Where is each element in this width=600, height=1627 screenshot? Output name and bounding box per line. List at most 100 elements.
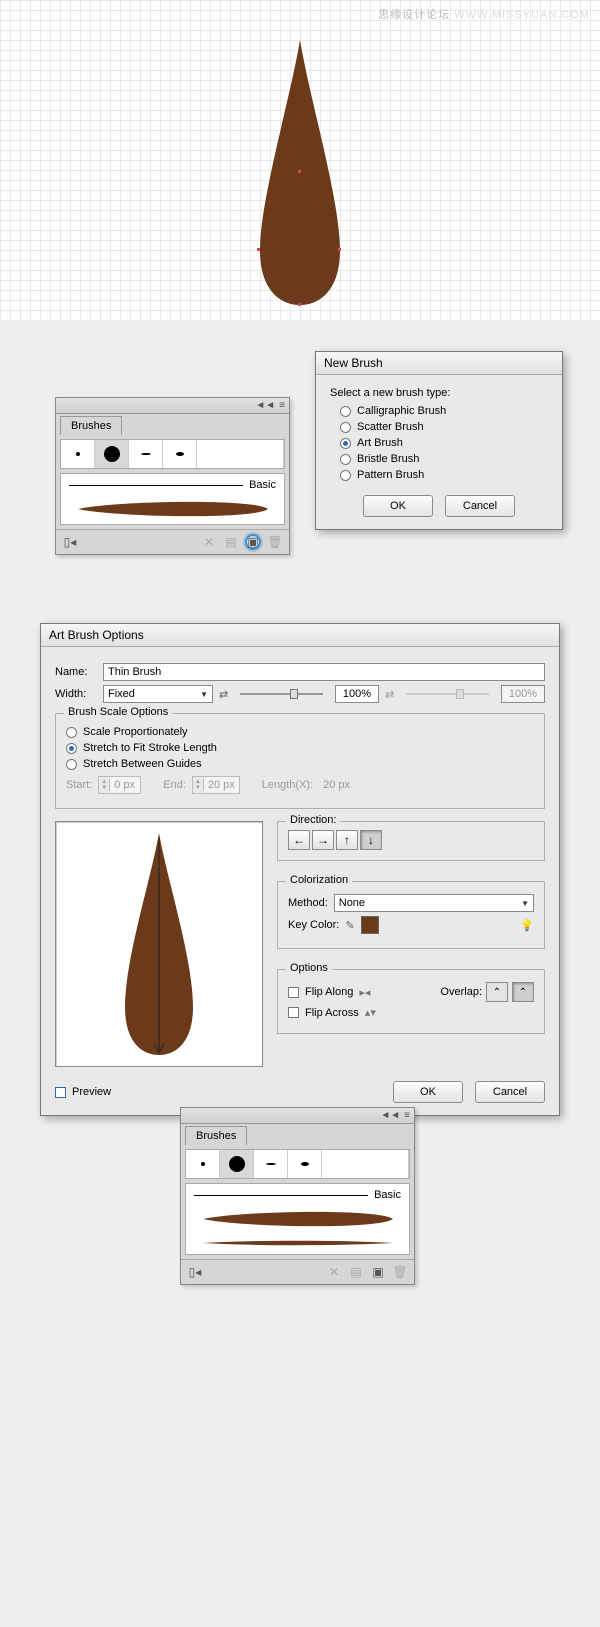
radio-stretch-fit[interactable]: Stretch to Fit Stroke Length xyxy=(66,742,534,754)
eyedropper-icon[interactable]: ✎ xyxy=(345,919,354,932)
collapse-icon[interactable]: ◄◄ xyxy=(255,400,275,411)
flip-along-icon: ▸◂ xyxy=(359,986,370,999)
flip-width-icon[interactable]: ⇄ xyxy=(219,688,228,701)
group-title: Brush Scale Options xyxy=(64,706,172,718)
preview-label: Preview xyxy=(72,1086,111,1098)
brush-artbrush-1[interactable] xyxy=(190,1207,405,1231)
watermark-en: WWW.MISSYUAN.COM xyxy=(454,9,590,21)
group-title: Options xyxy=(286,962,332,974)
direction-left-button[interactable]: ← xyxy=(288,830,310,850)
brush-swatch-2[interactable] xyxy=(95,440,129,468)
preview-checkbox[interactable] xyxy=(55,1087,66,1098)
key-color-swatch[interactable] xyxy=(361,916,379,934)
new-brush-icon[interactable]: ▣ xyxy=(370,1264,386,1280)
brush-basic-row[interactable]: Basic xyxy=(65,477,280,493)
brush-swatch-3[interactable] xyxy=(129,440,163,468)
trash-icon[interactable]: 🗑 xyxy=(267,534,283,550)
brush-list: Basic xyxy=(185,1183,410,1255)
method-label: Method: xyxy=(288,897,328,909)
artboard-canvas[interactable]: 思缘设计论坛 WWW.MISSYUAN.COM xyxy=(0,0,600,320)
brush-thin-brush[interactable] xyxy=(190,1235,405,1251)
radio-art[interactable]: Art Brush xyxy=(340,437,548,449)
brushes-tab[interactable]: Brushes xyxy=(60,416,122,435)
direction-right-button[interactable]: → xyxy=(312,830,334,850)
brush-swatch-2[interactable] xyxy=(220,1150,254,1178)
width-pct-1[interactable]: 100% xyxy=(335,685,379,703)
brush-basic-row[interactable]: Basic xyxy=(190,1187,405,1203)
ok-button[interactable]: OK xyxy=(393,1081,463,1103)
brush-artbrush-row[interactable] xyxy=(65,497,280,521)
brushes-panel: ◄◄ ≡ Brushes Basic ▯◂ ✕ ▤ ▣ 🗑 xyxy=(55,397,290,555)
brush-basic-label: Basic xyxy=(374,1189,401,1201)
remove-stroke-icon[interactable]: ✕ xyxy=(326,1264,342,1280)
menu-icon[interactable]: ≡ xyxy=(404,1110,410,1121)
width-pct-2: 100% xyxy=(501,685,545,703)
overlap-cut-button[interactable]: ⌃ xyxy=(512,982,534,1002)
radio-scale-proportionately[interactable]: Scale Proportionately xyxy=(66,726,534,738)
watermark: 思缘设计论坛 WWW.MISSYUAN.COM xyxy=(378,6,590,22)
selected-path-leaf[interactable] xyxy=(240,40,360,310)
name-label: Name: xyxy=(55,666,97,678)
width-slider-2 xyxy=(406,693,489,695)
radio-scatter[interactable]: Scatter Brush xyxy=(340,421,548,433)
flip-across-label: Flip Across xyxy=(305,1007,359,1019)
collapse-icon[interactable]: ◄◄ xyxy=(380,1110,400,1121)
watermark-cn: 思缘设计论坛 xyxy=(378,9,450,21)
brushes-panel-result: ◄◄ ≡ Brushes Basic ▯◂ ✕ ▤ ▣ 🗑 xyxy=(180,1107,415,1285)
overlap-label: Overlap: xyxy=(440,986,482,998)
width-mode-select[interactable]: Fixed▼ xyxy=(103,685,213,703)
brush-swatch-empty[interactable] xyxy=(322,1150,409,1178)
flip-along-label: Flip Along xyxy=(305,986,353,998)
direction-down-button[interactable]: ↓ xyxy=(360,830,382,850)
brush-list: Basic xyxy=(60,473,285,525)
library-icon[interactable]: ▯◂ xyxy=(62,534,78,550)
key-color-label: Key Color: xyxy=(288,919,339,931)
dialog-title: Art Brush Options xyxy=(41,624,559,647)
end-spinner: ▲▼20 px xyxy=(192,776,240,794)
anchor-right[interactable] xyxy=(338,248,341,251)
start-label: Start: xyxy=(66,779,92,791)
brush-preview xyxy=(55,821,263,1067)
brush-swatch-4[interactable] xyxy=(163,440,197,468)
menu-icon[interactable]: ≡ xyxy=(279,400,285,411)
anchor-center[interactable] xyxy=(298,170,301,173)
tips-icon[interactable]: 💡 xyxy=(520,919,534,932)
brush-swatch-1[interactable] xyxy=(186,1150,220,1178)
panel-footer: ▯◂ ✕ ▤ ▣ 🗑 xyxy=(181,1259,414,1284)
brush-swatch-4[interactable] xyxy=(288,1150,322,1178)
cancel-button[interactable]: Cancel xyxy=(445,495,515,517)
brush-swatches-row xyxy=(185,1149,410,1179)
library-icon[interactable]: ▯◂ xyxy=(187,1264,203,1280)
options-of-selected-icon[interactable]: ▤ xyxy=(348,1264,364,1280)
radio-bristle[interactable]: Bristle Brush xyxy=(340,453,548,465)
ok-button[interactable]: OK xyxy=(363,495,433,517)
new-brush-icon[interactable]: ▣ xyxy=(245,534,261,550)
width-slider-1[interactable] xyxy=(240,693,323,695)
cancel-button[interactable]: Cancel xyxy=(475,1081,545,1103)
options-of-selected-icon[interactable]: ▤ xyxy=(223,534,239,550)
panel-tabbar: ◄◄ ≡ xyxy=(181,1108,414,1124)
method-select[interactable]: None▼ xyxy=(334,894,534,912)
art-brush-options-dialog: Art Brush Options Name: Width: Fixed▼ ⇄ … xyxy=(40,623,560,1116)
name-input[interactable] xyxy=(103,663,545,681)
trash-icon[interactable]: 🗑 xyxy=(392,1264,408,1280)
anchor-left[interactable] xyxy=(257,248,260,251)
brushes-tab[interactable]: Brushes xyxy=(185,1126,247,1145)
brush-swatch-3[interactable] xyxy=(254,1150,288,1178)
brush-basic-label: Basic xyxy=(249,479,276,491)
radio-pattern[interactable]: Pattern Brush xyxy=(340,469,548,481)
flip-along-checkbox[interactable] xyxy=(288,987,299,998)
brush-swatch-1[interactable] xyxy=(61,440,95,468)
new-brush-dialog: New Brush Select a new brush type: Calli… xyxy=(315,351,563,530)
overlap-none-button[interactable]: ⌃ xyxy=(486,982,508,1002)
radio-stretch-guides[interactable]: Stretch Between Guides xyxy=(66,758,534,770)
brush-swatch-empty[interactable] xyxy=(197,440,284,468)
flip-across-icon: ▴▾ xyxy=(365,1006,376,1019)
direction-group: Direction: ← → ↑ ↓ xyxy=(277,821,545,861)
radio-calligraphic[interactable]: Calligraphic Brush xyxy=(340,405,548,417)
direction-up-button[interactable]: ↑ xyxy=(336,830,358,850)
remove-stroke-icon[interactable]: ✕ xyxy=(201,534,217,550)
start-spinner: ▲▼0 px xyxy=(98,776,141,794)
anchor-bottom[interactable] xyxy=(298,303,301,306)
flip-across-checkbox[interactable] xyxy=(288,1007,299,1018)
